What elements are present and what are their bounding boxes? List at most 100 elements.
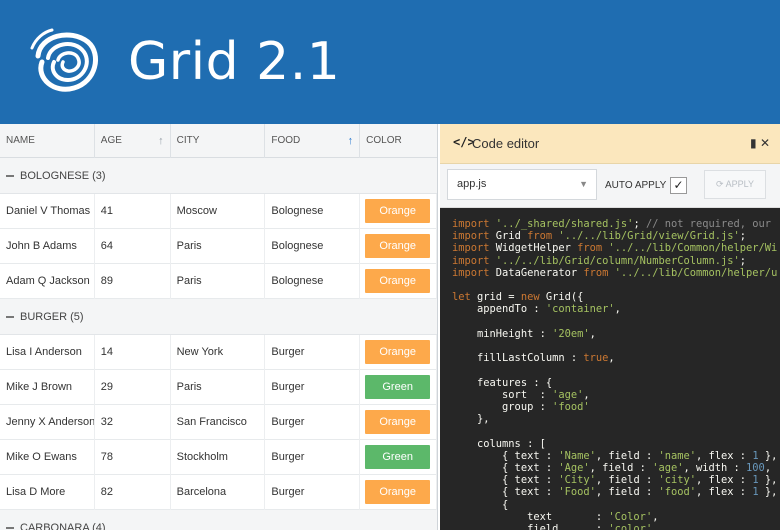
data-grid: NAME AGE ↑ CITY FOOD ↑ COLOR BOLOGNESE (3) Dani…: [0, 124, 438, 530]
code-line: import DataGenerator from '../../lib/Com…: [452, 266, 778, 279]
app-header: Grid 2.1: [0, 0, 780, 124]
code-line: sort : 'age',: [452, 388, 590, 401]
cell-city: Paris: [171, 370, 266, 405]
chevron-down-icon: ▼: [579, 179, 588, 189]
cell-city: Stockholm: [171, 440, 266, 475]
table-row[interactable]: Mike J Brown 29 Paris Burger Green: [0, 370, 437, 405]
group-header-row[interactable]: BOLOGNESE (3): [0, 158, 437, 194]
close-icon[interactable]: ✕: [760, 136, 770, 150]
column-header-label: FOOD: [271, 135, 301, 146]
color-badge: Green: [365, 445, 431, 469]
code-line: { text : 'Name', field : 'name', flex : …: [452, 449, 778, 462]
file-select[interactable]: app.js ▼: [447, 169, 597, 200]
editor-window-icons: ▮ ✕: [750, 136, 770, 150]
code-line: columns : [: [452, 437, 546, 450]
cell-city: Paris: [171, 264, 266, 299]
column-header-food[interactable]: FOOD ↑: [265, 124, 361, 158]
color-badge: Orange: [365, 480, 431, 504]
column-header-age[interactable]: AGE ↑: [95, 124, 171, 158]
table-row[interactable]: Adam Q Jackson 89 Paris Bolognese Orange: [0, 264, 437, 299]
cell-name: Mike O Ewans: [0, 440, 95, 475]
code-line: import Grid from '../../lib/Grid/view/Gr…: [452, 230, 747, 243]
group-title: CARBONARA (4): [20, 522, 106, 530]
cell-food: Burger: [265, 475, 361, 510]
code-line: import WidgetHelper from '../../lib/Comm…: [452, 242, 778, 255]
cell-city: San Francisco: [171, 405, 266, 440]
code-line: features : {: [452, 376, 553, 389]
column-header-label: NAME: [6, 135, 35, 146]
table-row[interactable]: Daniel V Thomas 41 Moscow Bolognese Orange: [0, 194, 437, 229]
grid-header: NAME AGE ↑ CITY FOOD ↑ COLOR: [0, 124, 437, 158]
cell-food: Bolognese: [265, 229, 361, 264]
cell-city: New York: [171, 335, 266, 370]
cell-name: Lisa D More: [0, 475, 95, 510]
cell-name: Mike J Brown: [0, 370, 95, 405]
swirl-logo-icon: [30, 28, 98, 92]
cell-color: Orange: [360, 194, 437, 229]
cell-city: Paris: [171, 229, 266, 264]
cell-name: Lisa I Anderson: [0, 335, 95, 370]
group-header-row[interactable]: BURGER (5): [0, 299, 437, 335]
cell-age: 64: [95, 229, 171, 264]
column-header-color[interactable]: COLOR: [360, 124, 437, 158]
page-title: Grid 2.1: [128, 32, 341, 92]
table-row[interactable]: Jenny X Anderson 32 San Francisco Burger Ora…: [0, 405, 437, 440]
column-header-name[interactable]: NAME: [0, 124, 95, 158]
apply-button[interactable]: ⟳ APPLY: [704, 170, 766, 199]
download-icon[interactable]: ▮: [750, 136, 757, 150]
code-area[interactable]: import '../_shared/shared.js'; // not re…: [440, 208, 780, 530]
sort-arrow-icon[interactable]: ↑: [158, 124, 164, 158]
file-select-value: app.js: [457, 178, 487, 190]
column-header-city[interactable]: CITY: [171, 124, 266, 158]
table-row[interactable]: Lisa I Anderson 14 New York Burger Orange: [0, 335, 437, 370]
color-badge: Orange: [365, 199, 431, 223]
code-line: field : 'color',: [452, 523, 659, 530]
cell-food: Burger: [265, 370, 361, 405]
grid-body: BOLOGNESE (3) Daniel V Thomas 41 Moscow Bolo…: [0, 158, 437, 530]
cell-city: Barcelona: [171, 475, 266, 510]
color-badge: Orange: [365, 234, 431, 258]
table-row[interactable]: John B Adams 64 Paris Bolognese Orange: [0, 229, 437, 264]
cell-food: Burger: [265, 335, 361, 370]
group-header-row[interactable]: CARBONARA (4): [0, 510, 437, 530]
code-editor-header: </> Code editor ▮ ✕: [440, 124, 780, 164]
auto-apply-checkbox[interactable]: ✓: [670, 177, 687, 194]
code-line: fillLastColumn : true,: [452, 352, 615, 365]
cell-name: Jenny X Anderson: [0, 405, 95, 440]
cell-color: Orange: [360, 264, 437, 299]
refresh-icon: ⟳: [716, 179, 724, 189]
cell-food: Bolognese: [265, 264, 361, 299]
cell-food: Burger: [265, 440, 361, 475]
cell-city: Moscow: [171, 194, 266, 229]
cell-age: 32: [95, 405, 171, 440]
collapse-icon[interactable]: [6, 527, 14, 530]
cell-color: Green: [360, 370, 437, 405]
cell-age: 41: [95, 194, 171, 229]
column-header-label: COLOR: [366, 135, 402, 146]
color-badge: Orange: [365, 269, 431, 293]
sort-arrow-icon[interactable]: ↑: [348, 124, 354, 158]
code-line: {: [452, 498, 509, 511]
column-header-label: CITY: [176, 135, 200, 146]
code-line: text : 'Color',: [452, 510, 659, 523]
cell-age: 82: [95, 475, 171, 510]
color-badge: Green: [365, 375, 431, 399]
cell-color: Orange: [360, 405, 437, 440]
table-row[interactable]: Lisa D More 82 Barcelona Burger Orange: [0, 475, 437, 510]
color-badge: Orange: [365, 340, 431, 364]
cell-age: 89: [95, 264, 171, 299]
table-row[interactable]: Mike O Ewans 78 Stockholm Burger Green: [0, 440, 437, 475]
code-line: { text : 'Food', field : 'food', flex : …: [452, 486, 778, 499]
collapse-icon[interactable]: [6, 316, 14, 319]
collapse-icon[interactable]: [6, 175, 14, 178]
cell-age: 78: [95, 440, 171, 475]
cell-food: Burger: [265, 405, 361, 440]
code-editor-panel: </> Code editor ▮ ✕ app.js ▼ AUTO APPLY …: [440, 124, 780, 530]
code-line: import '../_shared/shared.js'; // not re…: [452, 218, 772, 230]
code-line: { text : 'City', field : 'city', flex : …: [452, 474, 778, 487]
code-line: group : 'food': [452, 401, 590, 414]
checkmark-icon: ✓: [673, 178, 684, 192]
